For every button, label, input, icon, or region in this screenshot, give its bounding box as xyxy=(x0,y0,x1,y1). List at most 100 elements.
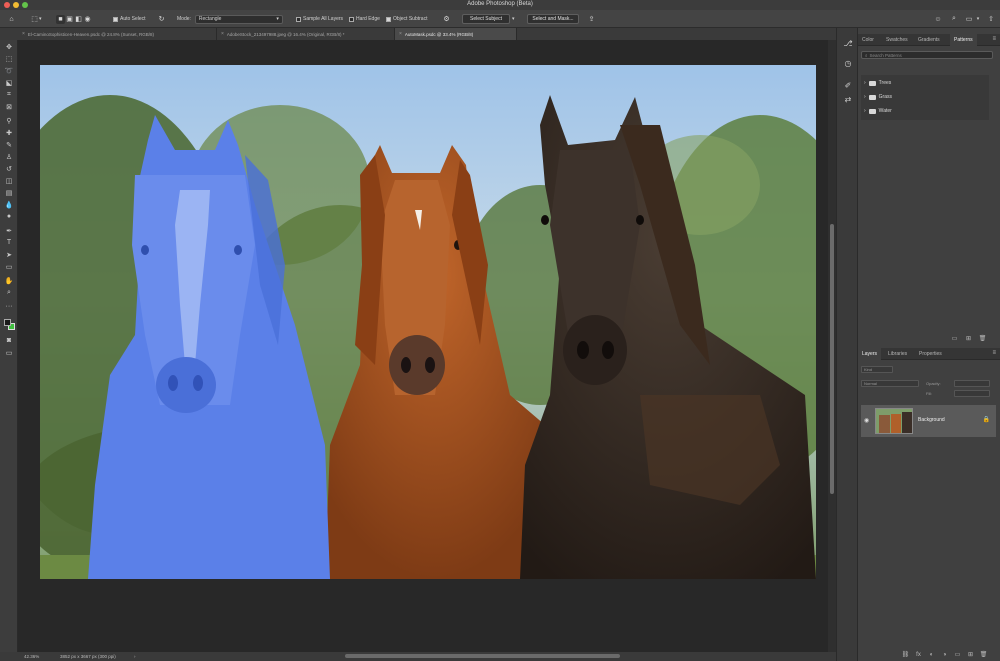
share-button[interactable]: ⇪ xyxy=(587,13,596,25)
tools-panel: ✥ ⬚ ➰ ⬕ ⌗ ⊠ ⚲ ✚ ✎ ♙ ↺ ◫ ▤ 💧 ● ✒ T ➤ ▭ ✋ … xyxy=(0,40,18,652)
chevron-down-icon[interactable]: ▾ xyxy=(512,16,515,22)
quick-mask-icon[interactable]: ◙ xyxy=(3,336,15,345)
dodge-tool-icon[interactable]: ● xyxy=(3,212,15,221)
properties-panel-icon[interactable]: ⎇ xyxy=(842,38,854,48)
move-tool-icon[interactable]: ✥ xyxy=(3,42,15,51)
sample-all-layers-checkbox[interactable]: Sample All Layers xyxy=(296,13,343,25)
layer-style-icon[interactable]: fx xyxy=(915,651,922,658)
layer-name[interactable]: Background xyxy=(918,417,945,423)
add-to-selection-icon[interactable]: ▣ xyxy=(65,15,74,24)
new-selection-icon[interactable]: ■ xyxy=(56,14,65,24)
screen-mode-icon[interactable]: ▭ xyxy=(3,348,15,357)
crop-tool-icon[interactable]: ⌗ xyxy=(3,90,15,99)
layer-row-background[interactable]: ◉ Background 🔒 xyxy=(861,405,996,437)
add-mask-icon[interactable]: ◐ xyxy=(928,651,935,658)
subtract-from-selection-icon[interactable]: ◧ xyxy=(74,15,83,24)
tab-libraries[interactable]: Libraries xyxy=(884,348,911,360)
fill-field[interactable] xyxy=(954,390,990,397)
user-icon[interactable]: ☺ xyxy=(933,14,943,24)
hard-edge-checkbox[interactable]: Hard Edge xyxy=(349,13,380,25)
object-selection-tool-icon[interactable]: ⬕ xyxy=(3,78,15,87)
blur-tool-icon[interactable]: 💧 xyxy=(3,200,15,209)
history-brush-tool-icon[interactable]: ↺ xyxy=(3,164,15,173)
auto-select-checkbox[interactable]: Auto Select xyxy=(113,13,146,25)
adjustments-icon[interactable]: ⇄ xyxy=(842,94,854,104)
panel-menu-icon[interactable]: ≡ xyxy=(992,350,996,356)
tab-color[interactable]: Color xyxy=(858,34,878,46)
tab-patterns[interactable]: Patterns xyxy=(950,34,977,46)
tab-document-3[interactable]: × AutoMask.psdc @ 33.4% (RGB/8) xyxy=(395,28,517,40)
panel-menu-icon[interactable]: ≡ xyxy=(992,36,996,42)
eyedropper-tool-icon[interactable]: ⚲ xyxy=(3,116,15,125)
eraser-tool-icon[interactable]: ◫ xyxy=(3,176,15,185)
settings-button[interactable]: ⚙ xyxy=(442,13,451,25)
hand-tool-icon[interactable]: ✋ xyxy=(3,276,15,285)
history-panel-icon[interactable]: ◷ xyxy=(842,58,854,68)
close-icon[interactable]: × xyxy=(22,31,25,37)
select-subject-button[interactable]: Select Subject xyxy=(462,14,510,24)
home-button[interactable]: ⌂ xyxy=(7,13,16,25)
right-panels: Color Swatches Gradients Patterns ≡ ⌕ Sea… xyxy=(858,28,1000,661)
tab-properties[interactable]: Properties xyxy=(915,348,946,360)
share-doc-icon[interactable]: ⇧ xyxy=(986,14,996,24)
eye-icon[interactable]: ◉ xyxy=(864,417,869,424)
frame-tool-icon[interactable]: ⊠ xyxy=(3,102,15,111)
vertical-scrollbar[interactable] xyxy=(828,40,836,652)
mode-group: Mode: Rectangle ▾ xyxy=(177,13,283,25)
tab-swatches[interactable]: Swatches xyxy=(882,34,912,46)
object-subtract-checkbox[interactable]: Object Subtract xyxy=(386,13,427,25)
patterns-search-input[interactable]: ⌕ Search Patterns xyxy=(861,51,993,59)
layer-filter-kind[interactable]: Kind xyxy=(861,366,893,373)
shape-tool-icon[interactable]: ▭ xyxy=(3,262,15,271)
pen-tool-icon[interactable]: ✒ xyxy=(3,226,15,235)
path-selection-tool-icon[interactable]: ➤ xyxy=(3,250,15,259)
zoom-level[interactable]: 42.36% xyxy=(24,654,39,659)
adjustment-layer-icon[interactable]: ◑ xyxy=(941,651,948,658)
document-info[interactable]: 3852 px x 3667 px (300 ppi) xyxy=(60,654,116,659)
lasso-tool-icon[interactable]: ➰ xyxy=(3,66,15,75)
selection-mode-group: ■ ▣ ◧ ◉ xyxy=(56,13,92,25)
marquee-tool-icon[interactable]: ⬚ xyxy=(3,54,15,63)
object-selection-icon: ⬚ xyxy=(31,16,38,23)
gradient-tool-icon[interactable]: ▤ xyxy=(3,188,15,197)
scrollbar-thumb[interactable] xyxy=(830,224,834,494)
intersect-selection-icon[interactable]: ◉ xyxy=(83,15,92,24)
select-and-mask-button[interactable]: Select and Mask... xyxy=(527,14,579,24)
more-tools-icon[interactable]: ··· xyxy=(3,302,15,311)
tab-document-2[interactable]: × AdobeStock_213497988.jpeg @ 16.4% (Orig… xyxy=(217,28,395,40)
search-icon[interactable]: ⌕ xyxy=(949,14,959,24)
new-group-icon[interactable]: ▭ xyxy=(954,651,961,658)
trash-icon[interactable]: 🗑 xyxy=(980,651,988,658)
chevron-down-icon[interactable]: ▾ xyxy=(973,14,983,24)
refresh-button[interactable]: ↻ xyxy=(157,13,166,25)
canvas-image[interactable] xyxy=(40,65,816,579)
new-layer-icon[interactable]: ⊞ xyxy=(967,651,974,658)
link-layers-icon[interactable]: ⛓ xyxy=(902,651,910,658)
stamp-tool-icon[interactable]: ♙ xyxy=(3,152,15,161)
brush-tool-icon[interactable]: ✎ xyxy=(3,140,15,149)
mode-dropdown[interactable]: Rectangle ▾ xyxy=(194,14,283,24)
close-icon[interactable]: × xyxy=(399,31,402,37)
close-icon[interactable]: × xyxy=(221,31,224,37)
tab-document-1[interactable]: × El-CaminoSophisticen-Heaven.psdc @ 24.8… xyxy=(18,28,217,40)
pattern-group-grass[interactable]: › Grass xyxy=(864,92,892,102)
brush-settings-icon[interactable]: ✐ xyxy=(842,80,854,90)
new-pattern-icon[interactable]: ⊞ xyxy=(965,335,972,342)
tab-layers[interactable]: Layers xyxy=(858,348,882,360)
opacity-field[interactable] xyxy=(954,380,990,387)
tab-gradients[interactable]: Gradients xyxy=(914,34,944,46)
tool-preset-picker[interactable]: ⬚ ▾ xyxy=(30,13,41,25)
pattern-group-water[interactable]: › Water xyxy=(864,106,892,116)
type-tool-icon[interactable]: T xyxy=(3,238,15,247)
folder-icon xyxy=(868,80,876,86)
lock-icon[interactable]: 🔒 xyxy=(983,416,990,423)
blend-mode-dropdown[interactable]: Normal xyxy=(861,380,919,387)
new-group-icon[interactable]: ▭ xyxy=(951,335,958,342)
horizontal-scrollbar[interactable] xyxy=(345,654,620,658)
trash-icon[interactable]: 🗑 xyxy=(979,335,987,342)
zoom-tool-icon[interactable]: ⌕ xyxy=(3,288,15,297)
pattern-group-trees[interactable]: › Trees xyxy=(864,78,891,88)
chevron-right-icon[interactable]: › xyxy=(134,654,136,659)
healing-brush-tool-icon[interactable]: ✚ xyxy=(3,128,15,137)
foreground-color-swatch[interactable] xyxy=(4,319,11,326)
